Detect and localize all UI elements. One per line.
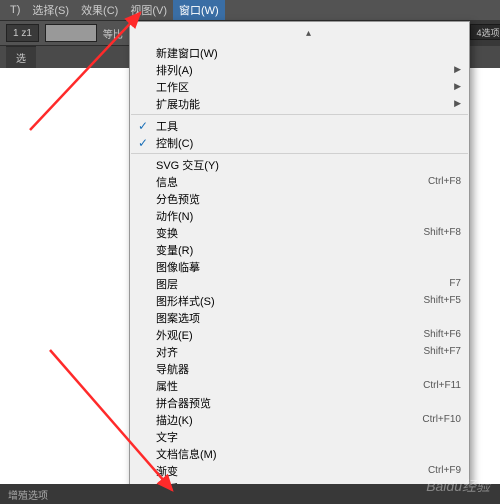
menu-item-label: 新建窗口(W) [156,45,218,61]
menu-item-label: 工作区 [156,79,189,95]
menu-item-s[interactable]: 图形样式(S) Shift+F5 [130,292,469,309]
menu-shortcut: Ctrl+F11 [423,380,461,391]
bottom-bar: 增殖选项 [0,484,500,504]
menu-shortcut: F7 [449,278,461,289]
right-options-button[interactable]: 4选项 [470,24,500,40]
menu-item-[interactable]: 属性 Ctrl+F11 [130,377,469,394]
menu-item-label: 分色预览 [156,191,200,207]
menu-item-label: 变换 [156,225,178,241]
menu-item-label: 动作(N) [156,208,193,224]
zoom-select[interactable]: 1 z1 [6,24,39,42]
menu-item-label: 属性 [156,378,178,394]
menu-shortcut: Ctrl+F8 [428,176,461,187]
menu-window[interactable]: 窗口(W) [173,0,225,20]
bottom-label: 增殖选项 [8,487,48,502]
check-icon: ✓ [138,136,148,150]
menu-item-[interactable]: 工作区 ▶ [130,78,469,95]
menu-scroll-up[interactable]: ▴ [130,22,469,44]
menu-item-label: 图层 [156,276,178,292]
document-tab[interactable]: 选 [6,46,36,68]
menu-item-label: 变量(R) [156,242,193,258]
menu-item-m[interactable]: 文档信息(M) [130,445,469,462]
menu-item-label: 渐变 [156,463,178,479]
menu-shortcut: Shift+F5 [423,295,461,306]
menu-select[interactable]: 选择(S) [26,0,75,20]
menu-shortcut: Shift+F6 [423,329,461,340]
menu-item-[interactable]: 分色预览 [130,190,469,207]
menubar: T) 选择(S) 效果(C) 视图(V) 窗口(W) [0,0,500,20]
menu-item-label: 图形样式(S) [156,293,215,309]
menu-item-[interactable]: 图像临摹 [130,258,469,275]
menu-item-[interactable]: 扩展功能 ▶ [130,95,469,112]
check-icon: ✓ [138,119,148,133]
submenu-arrow-icon: ▶ [454,64,461,75]
menu-item-label: 排列(A) [156,62,193,78]
menu-separator [131,114,468,115]
menu-item-w[interactable]: 新建窗口(W) [130,44,469,61]
menu-shortcut: Shift+F7 [423,346,461,357]
menu-item-label: 图案选项 [156,310,200,326]
menu-item-[interactable]: 图层 F7 [130,275,469,292]
menu-item-label: 扩展功能 [156,96,200,112]
submenu-arrow-icon: ▶ [454,81,461,92]
menu-item-[interactable]: 导航器 [130,360,469,377]
menu-item-[interactable]: 信息 Ctrl+F8 [130,173,469,190]
menu-item-label: 工具 [156,118,178,134]
menu-shortcut: Ctrl+F9 [428,465,461,476]
menu-separator [131,153,468,154]
menu-item-[interactable]: 变换 Shift+F8 [130,224,469,241]
menu-item-label: 对齐 [156,344,178,360]
menu-item-label: SVG 交互(Y) [156,157,219,173]
menu-item-label: 图像临摹 [156,259,200,275]
menu-shortcut: Shift+F8 [423,227,461,238]
menu-shortcut: Ctrl+F10 [422,414,461,425]
window-menu-dropdown: ▴ 新建窗口(W)排列(A) ▶ 工作区 ▶ 扩展功能 ▶ ✓ 工具 ✓ 控制(C) SVG 交互(Y… [129,21,470,501]
menu-item-label: 拼合器预览 [156,395,211,411]
menu-item-k[interactable]: 描边(K) Ctrl+F10 [130,411,469,428]
menu-item-label: 描边(K) [156,412,193,428]
menu-item-label: 信息 [156,174,178,190]
ratio-label: 等比 [103,26,123,41]
menu-item-r[interactable]: 变量(R) [130,241,469,258]
ratio-bar[interactable] [45,24,97,42]
up-arrow-icon: ▴ [306,28,311,39]
menu-item-[interactable]: 拼合器预览 [130,394,469,411]
submenu-arrow-icon: ▶ [454,98,461,109]
menu-item-c[interactable]: ✓ 控制(C) [130,134,469,151]
menu-item-n[interactable]: 动作(N) [130,207,469,224]
menu-view[interactable]: 视图(V) [124,0,173,20]
menu-item-[interactable]: 文字 [130,428,469,445]
menu-item-label: 控制(C) [156,135,193,151]
menu-item-label: 文字 [156,429,178,445]
menu-item-e[interactable]: 外观(E) Shift+F6 [130,326,469,343]
menu-item-[interactable]: 图案选项 [130,309,469,326]
menu-item-label: 文档信息(M) [156,446,217,462]
menu-t[interactable]: T) [4,2,26,18]
menu-item-label: 外观(E) [156,327,193,343]
menu-item-[interactable]: 对齐 Shift+F7 [130,343,469,360]
menu-item-label: 导航器 [156,361,189,377]
menu-effect[interactable]: 效果(C) [75,0,124,20]
menu-item-[interactable]: ✓ 工具 [130,117,469,134]
menu-item-[interactable]: 渐变 Ctrl+F9 [130,462,469,479]
menu-item-a[interactable]: 排列(A) ▶ [130,61,469,78]
menu-item-svgy[interactable]: SVG 交互(Y) [130,156,469,173]
